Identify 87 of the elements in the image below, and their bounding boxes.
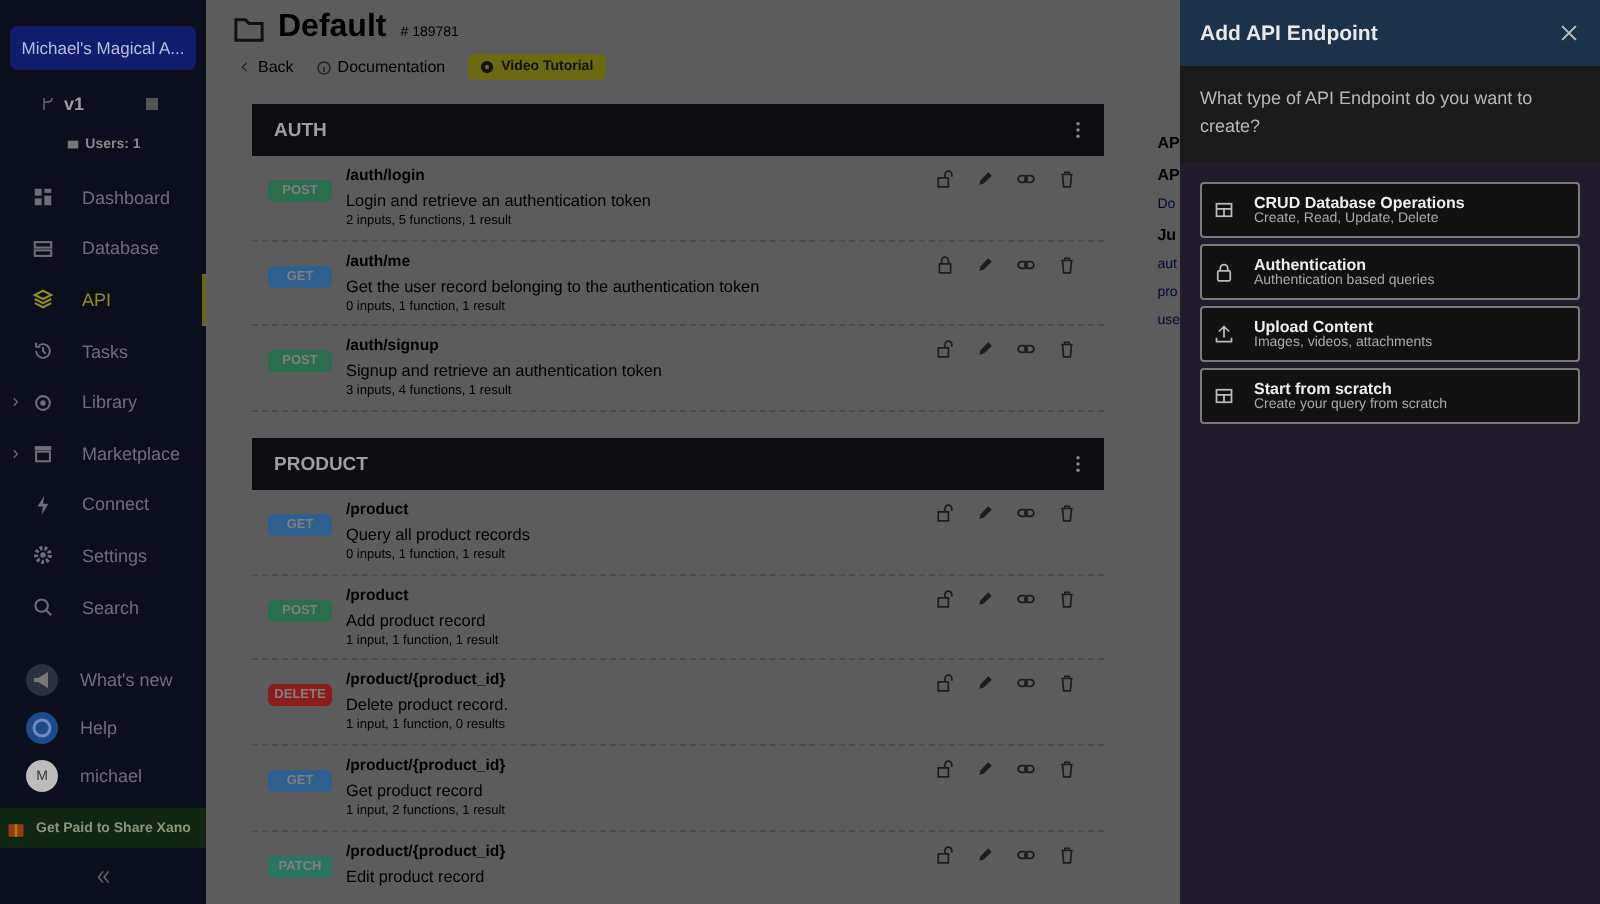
unlock-icon[interactable] bbox=[936, 170, 954, 188]
nav-item[interactable]: Database bbox=[0, 223, 206, 275]
unlock-icon[interactable] bbox=[936, 504, 954, 523]
play-icon bbox=[479, 60, 494, 74]
link-icon[interactable] bbox=[1016, 760, 1036, 779]
endpoint-description: Signup and retrieve an authentication token bbox=[346, 362, 664, 384]
link-icon[interactable] bbox=[1016, 845, 1036, 864]
collapse-icon bbox=[94, 868, 112, 887]
trash-icon[interactable] bbox=[1058, 674, 1076, 693]
unlock-icon[interactable] bbox=[936, 760, 954, 779]
endpoint-description: Edit product record bbox=[346, 867, 487, 890]
gift-icon bbox=[6, 818, 26, 839]
grid-icon bbox=[32, 186, 54, 209]
drawer-question: What type of API Endpoint do you want to create? bbox=[1180, 66, 1600, 162]
unlock-icon[interactable] bbox=[936, 845, 954, 864]
trash-icon[interactable] bbox=[1058, 845, 1076, 864]
branch-icon bbox=[40, 96, 56, 112]
endpoint-description: Query all product records bbox=[346, 526, 532, 548]
nav-item[interactable]: Tasks bbox=[0, 325, 206, 377]
documentation-link[interactable]: Documentation bbox=[337, 58, 446, 76]
trash-icon[interactable] bbox=[1058, 170, 1076, 188]
endpoint-description: Delete product record. bbox=[346, 696, 511, 718]
link-icon[interactable] bbox=[1016, 170, 1036, 188]
endpoint-description: Add product record bbox=[346, 611, 488, 634]
footer-link[interactable]: Help bbox=[80, 718, 118, 739]
endpoint-description: Get the user record belonging to the authentication token bbox=[346, 277, 762, 300]
chevron-icon bbox=[10, 396, 22, 409]
pencil-icon[interactable] bbox=[976, 845, 994, 864]
nav-item[interactable]: Dashboard bbox=[0, 172, 206, 224]
endpoint-description: Get product record bbox=[346, 782, 485, 804]
user-name: michael bbox=[80, 766, 143, 787]
link-icon[interactable] bbox=[1016, 504, 1036, 523]
unlock-icon[interactable] bbox=[936, 674, 954, 693]
pencil-icon[interactable] bbox=[976, 504, 994, 523]
section-heading: Ju bbox=[1157, 226, 1179, 244]
pencil-icon[interactable] bbox=[976, 589, 994, 608]
library-icon bbox=[32, 391, 54, 414]
group-title: AUTH bbox=[274, 119, 327, 141]
nav-item[interactable]: Search bbox=[0, 581, 206, 633]
lock-icon bbox=[1214, 262, 1234, 282]
section-heading: AP bbox=[1157, 166, 1180, 184]
upload-icon bbox=[1214, 324, 1234, 344]
trash-icon[interactable] bbox=[1058, 504, 1076, 523]
link-icon[interactable] bbox=[1016, 340, 1036, 359]
group-title: PRODUCT bbox=[274, 453, 368, 476]
trash-icon[interactable] bbox=[1058, 255, 1076, 274]
history-icon bbox=[32, 340, 54, 363]
workspace-button[interactable]: Michael's Magical A... bbox=[10, 26, 196, 70]
unlock-icon[interactable] bbox=[936, 340, 954, 359]
table-icon bbox=[1214, 200, 1234, 220]
page-title: Default bbox=[278, 10, 387, 46]
table-icon bbox=[1214, 386, 1234, 406]
settings-icon bbox=[32, 544, 54, 567]
drawer-title: Add API Endpoint bbox=[1200, 21, 1378, 45]
nav-item[interactable]: Settings bbox=[0, 530, 206, 582]
unlock-icon[interactable] bbox=[936, 589, 954, 608]
chevron-icon bbox=[10, 447, 22, 460]
section-heading: AP bbox=[1157, 134, 1180, 152]
close-icon[interactable] bbox=[1558, 22, 1580, 44]
lock-icon[interactable] bbox=[936, 255, 954, 274]
trash-icon[interactable] bbox=[1058, 340, 1076, 359]
footer-link[interactable]: What's new bbox=[80, 670, 173, 691]
info-icon bbox=[315, 59, 332, 75]
pencil-icon[interactable] bbox=[976, 760, 994, 779]
trash-icon[interactable] bbox=[1058, 589, 1076, 608]
folder-icon bbox=[234, 13, 264, 43]
nav-item[interactable]: Library bbox=[0, 376, 206, 428]
nav-item[interactable]: Marketplace bbox=[0, 427, 206, 480]
pencil-icon[interactable] bbox=[976, 340, 994, 359]
chevron-icon bbox=[238, 60, 252, 74]
link-icon[interactable] bbox=[1016, 674, 1036, 693]
link-icon[interactable] bbox=[1016, 255, 1036, 274]
branch-label[interactable]: v1 bbox=[64, 94, 85, 114]
layers-icon bbox=[32, 288, 54, 311]
help-icon bbox=[26, 712, 58, 745]
pencil-icon[interactable] bbox=[976, 170, 994, 188]
store-icon bbox=[32, 442, 54, 465]
trash-icon[interactable] bbox=[1058, 760, 1076, 779]
link-icon[interactable] bbox=[1016, 589, 1036, 608]
lightning-icon bbox=[32, 493, 54, 516]
endpoint-description: Login and retrieve an authentication token bbox=[346, 192, 653, 214]
pencil-icon[interactable] bbox=[976, 674, 994, 693]
nav-item[interactable]: Connect bbox=[0, 479, 206, 531]
megaphone-icon bbox=[26, 664, 58, 697]
pencil-icon[interactable] bbox=[976, 255, 994, 274]
search-icon bbox=[32, 596, 54, 619]
back-link[interactable]: Back bbox=[258, 58, 294, 76]
